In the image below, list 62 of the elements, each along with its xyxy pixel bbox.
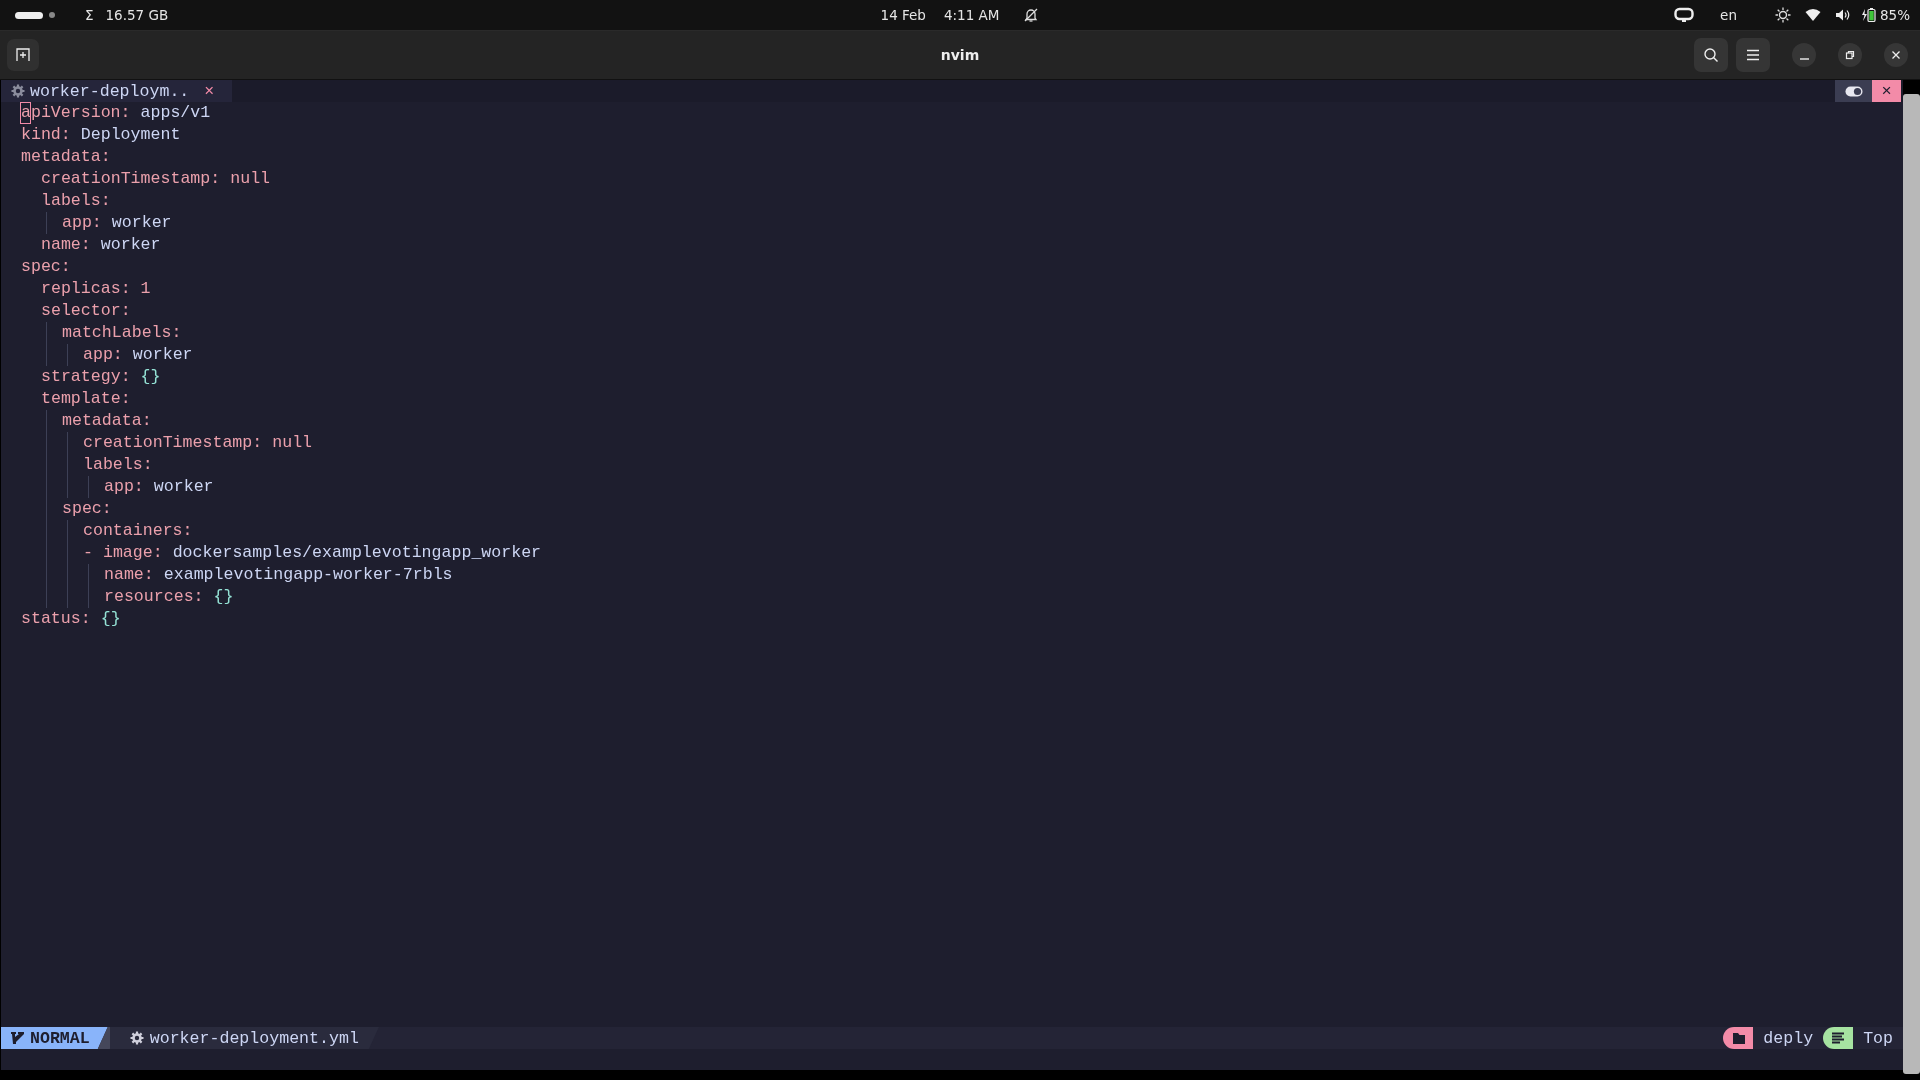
memory-usage: 16.57 GB bbox=[105, 7, 169, 23]
new-tab-icon bbox=[16, 48, 30, 62]
code-line: name: examplevotingapp-worker-7rbls bbox=[104, 564, 453, 586]
toggle-button[interactable] bbox=[1835, 80, 1872, 102]
code-line: replicas: 1 bbox=[41, 278, 151, 300]
screen-icon[interactable] bbox=[1674, 7, 1695, 23]
code-line: selector: bbox=[41, 300, 131, 322]
code-line: status: {} bbox=[21, 608, 121, 630]
workspace-indicator[interactable] bbox=[15, 11, 43, 19]
code-line: app: worker bbox=[62, 212, 172, 234]
gear-icon bbox=[11, 84, 25, 98]
minimize-icon bbox=[1799, 58, 1809, 60]
restore-icon bbox=[1845, 50, 1855, 60]
window-title: nvim bbox=[940, 47, 980, 63]
close-button[interactable] bbox=[1884, 43, 1908, 67]
language-indicator[interactable]: en bbox=[1720, 7, 1737, 23]
code-line: matchLabels: bbox=[62, 322, 182, 344]
scroll-position: Top bbox=[1863, 1028, 1893, 1048]
battery-icon[interactable] bbox=[1861, 7, 1877, 23]
search-icon bbox=[1703, 47, 1719, 63]
scrollbar-thumb[interactable] bbox=[1903, 94, 1920, 1074]
volume-icon[interactable] bbox=[1835, 8, 1851, 22]
close-all-button[interactable]: × bbox=[1872, 80, 1901, 102]
vim-icon bbox=[11, 1032, 24, 1044]
menu-icon bbox=[1746, 49, 1760, 61]
restore-button[interactable] bbox=[1838, 43, 1862, 67]
tab-close-button[interactable]: × bbox=[204, 81, 215, 101]
buffer-tab[interactable]: worker-deploym.. × bbox=[1, 80, 233, 102]
directory-name: deply bbox=[1763, 1028, 1814, 1048]
gear-icon bbox=[129, 1031, 144, 1045]
brightness-icon[interactable] bbox=[1775, 7, 1791, 23]
code-line: creationTimestamp: null bbox=[83, 432, 313, 454]
battery-level: 85% bbox=[1880, 7, 1910, 23]
code-line: metadata: bbox=[21, 146, 111, 168]
file-name: worker-deployment.yml bbox=[149, 1028, 359, 1048]
close-icon bbox=[1891, 50, 1901, 60]
bell-off-icon[interactable] bbox=[1023, 7, 1040, 23]
minimize-button[interactable] bbox=[1792, 43, 1816, 67]
code-line: template: bbox=[41, 388, 131, 410]
code-line: containers: bbox=[83, 520, 193, 542]
code-line: app: worker bbox=[83, 344, 193, 366]
code-line: kind: Deployment bbox=[21, 124, 181, 146]
time[interactable]: 4:11 AM bbox=[943, 7, 1000, 23]
code-line: strategy: {} bbox=[41, 366, 161, 388]
code-line: app: worker bbox=[104, 476, 214, 498]
wifi-icon[interactable] bbox=[1805, 8, 1821, 22]
menu-button[interactable] bbox=[1736, 38, 1770, 72]
code-line: name: worker bbox=[41, 234, 161, 256]
code-line: - image: dockersamples/examplevotingapp_worker bbox=[83, 542, 542, 564]
code-line: labels: bbox=[41, 190, 111, 212]
toggle-icon bbox=[1844, 85, 1863, 97]
date[interactable]: 14 Feb bbox=[880, 7, 926, 23]
memory-symbol: Σ bbox=[85, 7, 94, 23]
mode-label: NORMAL bbox=[30, 1028, 90, 1048]
code-line: creationTimestamp: null bbox=[41, 168, 271, 190]
code-line: resources: {} bbox=[104, 586, 234, 608]
code-line: metadata: bbox=[62, 410, 152, 432]
code-line: spec: bbox=[62, 498, 112, 520]
new-tab-button[interactable] bbox=[7, 39, 39, 71]
code-line: labels: bbox=[83, 454, 153, 476]
code-line: spec: bbox=[21, 256, 71, 278]
search-button[interactable] bbox=[1694, 38, 1728, 72]
